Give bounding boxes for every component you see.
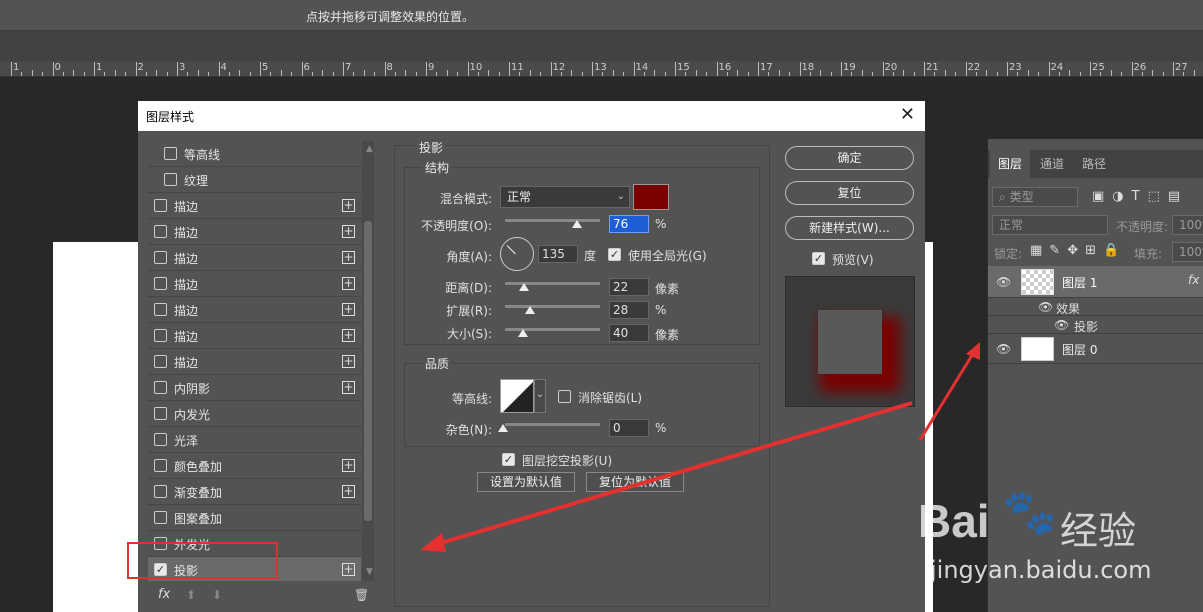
watermark-url: jingyan.baidu.com	[930, 556, 1152, 584]
arrow-head-2	[966, 342, 980, 360]
watermark-brand-right: 经验	[1060, 509, 1137, 553]
arrow-head-1	[420, 533, 446, 552]
arrow-line-1	[433, 401, 913, 547]
baidu-watermark: Bai 🐾 经验 jingyan.baidu.com	[910, 480, 1200, 600]
watermark-brand-left: Bai	[918, 495, 990, 547]
paw-icon: 🐾	[1002, 487, 1057, 538]
arrow-line-2	[918, 351, 976, 441]
